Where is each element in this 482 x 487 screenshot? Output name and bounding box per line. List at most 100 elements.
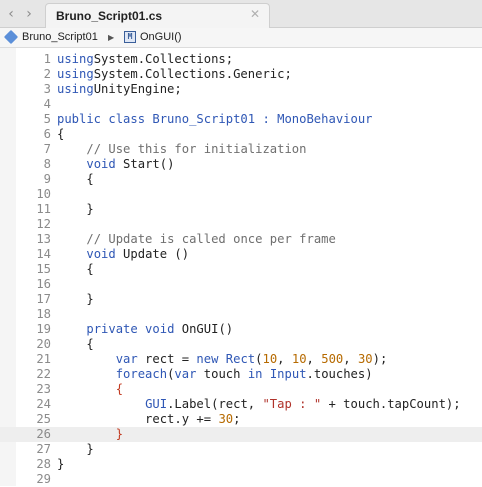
breadcrumb-file-label: Bruno_Script01: [22, 31, 98, 43]
triangle-right-icon: ▶: [108, 33, 115, 42]
code-token: rect =: [137, 352, 197, 366]
code-line[interactable]: 14 void Update (): [0, 247, 482, 262]
code-token: + touch.tapCount);: [321, 397, 461, 411]
line-number: 26: [36, 427, 51, 441]
code-line[interactable]: 13 // Update is called once per frame: [0, 232, 482, 247]
code-line[interactable]: 19 private void OnGUI(): [0, 322, 482, 337]
code-line[interactable]: 26 }: [0, 427, 482, 442]
code-text: usingUnityEngine;: [57, 82, 182, 97]
code-line[interactable]: 25 rect.y += 30;: [0, 412, 482, 427]
code-token: 30: [218, 412, 234, 426]
line-number: 5: [43, 112, 51, 126]
code-line[interactable]: 5 public class Bruno_Script01 : MonoBehav…: [0, 112, 482, 127]
code-line[interactable]: 8 void Start(): [0, 157, 482, 172]
code-text: usingSystem.Collections;: [57, 52, 233, 67]
code-text: {: [57, 127, 64, 142]
code-token: {: [57, 262, 94, 276]
line-number: 1: [43, 52, 51, 66]
code-token: void: [86, 247, 116, 261]
code-token: var: [174, 367, 197, 381]
breadcrumb-method[interactable]: M OnGUI(): [124, 31, 182, 43]
line-number: 28: [36, 457, 51, 471]
code-text: }: [57, 292, 93, 307]
code-line[interactable]: 17 }: [0, 292, 482, 307]
tab-bar: ‹ › Bruno_Script01.cs ✕: [0, 0, 482, 28]
code-text: }: [57, 457, 64, 472]
line-number: 8: [43, 157, 51, 171]
code-text: private void OnGUI(): [57, 322, 233, 337]
code-token: }: [57, 442, 94, 456]
code-token: Input: [269, 367, 307, 381]
line-number: 18: [36, 307, 51, 321]
line-number: 20: [36, 337, 51, 351]
chevron-left-icon[interactable]: ‹: [2, 5, 20, 23]
close-icon[interactable]: ✕: [250, 7, 260, 21]
code-token: ;: [233, 412, 241, 426]
code-token: 10: [291, 352, 307, 366]
code-text: var rect = new Rect(10, 10, 500, 30);: [57, 352, 388, 367]
code-line[interactable]: 12: [0, 217, 482, 232]
code-token: }: [57, 202, 94, 216]
code-token: Rect: [225, 352, 256, 366]
code-token: {: [57, 172, 94, 186]
code-token: foreach: [115, 367, 168, 381]
code-line[interactable]: 16: [0, 277, 482, 292]
code-line[interactable]: 6{: [0, 127, 482, 142]
code-lines: 1 usingSystem.Collections; 2 usingSystem.Co…: [0, 52, 482, 487]
line-number: 15: [36, 262, 51, 276]
breadcrumb-file[interactable]: Bruno_Script01: [3, 29, 98, 45]
code-text: foreach(var touch in Input.touches): [57, 367, 373, 382]
code-text: public class Bruno_Script01 : MonoBehavi…: [57, 112, 373, 127]
line-number: 4: [43, 97, 51, 111]
code-line[interactable]: 9 {: [0, 172, 482, 187]
line-number: 22: [36, 367, 51, 381]
code-line[interactable]: 4: [0, 97, 482, 112]
code-token: 10: [262, 352, 278, 366]
code-line[interactable]: 22 foreach(var touch in Input.touches): [0, 367, 482, 382]
code-token: 30: [357, 352, 373, 366]
code-line[interactable]: 15 {: [0, 262, 482, 277]
code-token: using: [57, 67, 94, 81]
code-token: {: [115, 382, 124, 396]
chevron-right-icon[interactable]: ›: [20, 5, 38, 23]
code-token: in: [247, 367, 263, 381]
code-line[interactable]: 21 var rect = new Rect(10, 10, 500, 30);: [0, 352, 482, 367]
code-line[interactable]: 23 {: [0, 382, 482, 397]
line-number: 25: [36, 412, 51, 426]
code-token: // Update is called once per frame: [86, 232, 336, 246]
line-number: 14: [36, 247, 51, 261]
code-token: touch: [196, 367, 248, 381]
code-token: Update (): [115, 247, 190, 261]
code-line[interactable]: 20 {: [0, 337, 482, 352]
code-line[interactable]: 28}: [0, 457, 482, 472]
code-line[interactable]: 24 GUI.Label(rect, "Tap : " + touch.tapC…: [0, 397, 482, 412]
code-line[interactable]: 27 }: [0, 442, 482, 457]
code-line[interactable]: 7 // Use this for initialization: [0, 142, 482, 157]
code-line[interactable]: 29: [0, 472, 482, 487]
code-line[interactable]: 18: [0, 307, 482, 322]
tab-bruno-script01[interactable]: Bruno_Script01.cs ✕: [45, 3, 270, 28]
code-token: 500: [321, 352, 344, 366]
line-number: 7: [43, 142, 51, 156]
code-editor[interactable]: 1 usingSystem.Collections; 2 usingSystem.Co…: [0, 48, 482, 486]
code-token: OnGUI(): [174, 322, 234, 336]
code-token: "Tap : ": [262, 397, 322, 411]
code-line[interactable]: 3 usingUnityEngine;: [0, 82, 482, 97]
code-token: Start(): [115, 157, 175, 171]
code-text: void Update (): [57, 247, 189, 262]
code-line[interactable]: 2 usingSystem.Collections.Generic;: [0, 67, 482, 82]
code-text: {: [57, 262, 94, 277]
jump-bar: Bruno_Script01 ▶ M OnGUI(): [0, 28, 482, 48]
code-token: System.Collections;: [93, 52, 234, 66]
class-diamond-icon: [3, 29, 19, 45]
code-line[interactable]: 1 usingSystem.Collections;: [0, 52, 482, 67]
code-text: void Start(): [57, 157, 174, 172]
code-line[interactable]: 10: [0, 187, 482, 202]
code-token: private void: [86, 322, 175, 336]
code-line[interactable]: 11 }: [0, 202, 482, 217]
